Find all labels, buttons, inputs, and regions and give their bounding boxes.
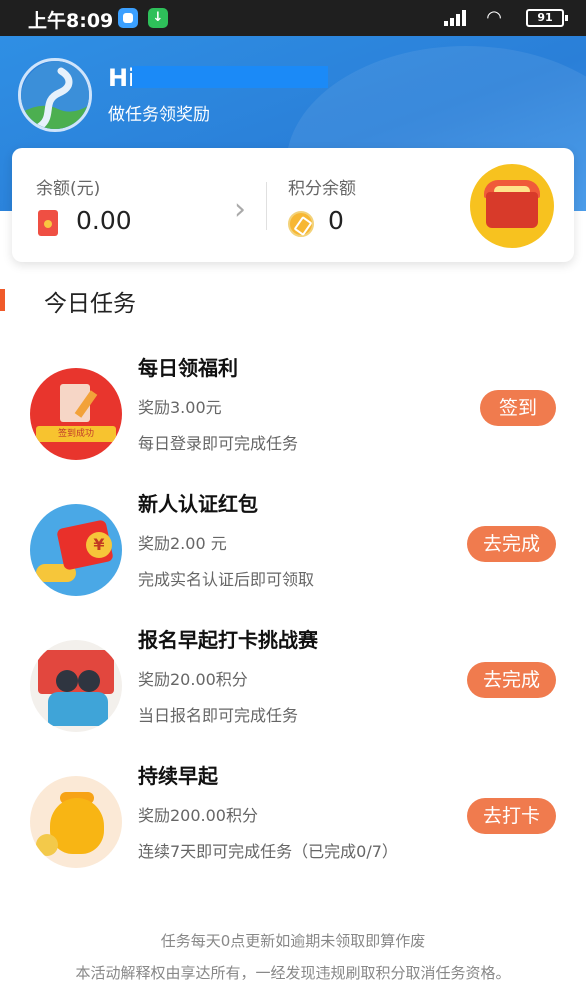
section-title: 今日任务 xyxy=(44,291,136,317)
complete-task-button[interactable]: 去完成 xyxy=(466,526,556,562)
task-description: 完成实名认证后即可领取 xyxy=(138,570,315,589)
punch-in-button[interactable]: 去打卡 xyxy=(466,798,556,834)
signal-icon xyxy=(444,10,468,26)
task-item-new-user-verify: ¥ 新人认证红包 奖励2.00 元 完成实名认证后即可领取 去完成 xyxy=(0,488,586,624)
yen-symbol: ¥ xyxy=(86,532,112,558)
task-title: 每日领福利 xyxy=(138,356,238,380)
red-envelope-icon: ¥ xyxy=(30,504,122,596)
treasure-chest-icon[interactable] xyxy=(470,164,554,248)
screen: 上午8:09 ↓ ◠ 91 Hi 做任务领奖励 余额(元) 0.00 › 积分余… xyxy=(0,0,586,987)
app-notification-icon xyxy=(118,8,138,28)
task-reward: 奖励20.00积分 xyxy=(138,670,248,689)
points-balance-label: 积分余额 xyxy=(288,179,356,199)
cash-balance-value[interactable]: 0.00 xyxy=(76,206,132,235)
checkin-button[interactable]: 签到 xyxy=(480,390,556,426)
points-balance-value: 0 xyxy=(328,206,344,235)
checkin-banner-label: 签到成功 xyxy=(36,426,116,442)
task-description: 每日登录即可完成任务 xyxy=(138,434,299,453)
balance-card: 余额(元) 0.00 › 积分余额 0 xyxy=(12,148,574,262)
checkin-icon: 签到成功 xyxy=(30,368,122,460)
points-coin-icon xyxy=(288,211,314,237)
avatar[interactable] xyxy=(18,58,92,132)
header-subtitle: 做任务领奖励 xyxy=(108,105,210,125)
task-item-morning-challenge: 报名早起打卡挑战赛 奖励20.00积分 当日报名即可完成任务 去完成 xyxy=(0,624,586,760)
cash-balance-label: 余额(元) xyxy=(36,179,101,199)
status-indicators: ◠ 91 xyxy=(428,8,568,28)
task-reward: 奖励200.00积分 xyxy=(138,806,258,825)
status-bar: 上午8:09 ↓ ◠ 91 xyxy=(0,0,586,36)
task-title: 报名早起打卡挑战赛 xyxy=(138,628,318,652)
footer-note: 任务每天0点更新如逾期未领取即算作废 xyxy=(160,932,426,950)
chevron-right-icon[interactable]: › xyxy=(234,192,246,227)
red-packet-icon xyxy=(38,210,58,236)
task-description: 当日报名即可完成任务 xyxy=(138,706,299,725)
task-reward: 奖励2.00 元 xyxy=(138,534,227,553)
status-time: 上午8:09 xyxy=(28,10,114,32)
task-title: 新人认证红包 xyxy=(138,492,258,516)
task-reward: 奖励3.00元 xyxy=(138,398,222,417)
section-accent-bar xyxy=(0,289,5,311)
wifi-icon: ◠ xyxy=(486,7,502,28)
footer-disclaimer: 本活动解释权由享达所有，一经发现违规刷取积分取消任务资格。 xyxy=(75,964,511,982)
battery-icon: 91 xyxy=(526,9,568,27)
task-item-daily-welfare: 签到成功 每日领福利 奖励3.00元 每日登录即可完成任务 签到 xyxy=(0,352,586,488)
complete-task-button[interactable]: 去完成 xyxy=(466,662,556,698)
task-description: 连续7天即可完成任务（已完成0/7） xyxy=(138,842,398,861)
card-divider xyxy=(266,182,267,230)
redacted-username xyxy=(132,66,328,88)
morning-challenge-icon xyxy=(30,640,122,732)
gold-bag-icon xyxy=(30,776,122,868)
download-icon: ↓ xyxy=(148,8,168,28)
task-item-continuous-early: 持续早起 奖励200.00积分 连续7天即可完成任务（已完成0/7） 去打卡 xyxy=(0,760,586,896)
task-title: 持续早起 xyxy=(138,764,218,788)
